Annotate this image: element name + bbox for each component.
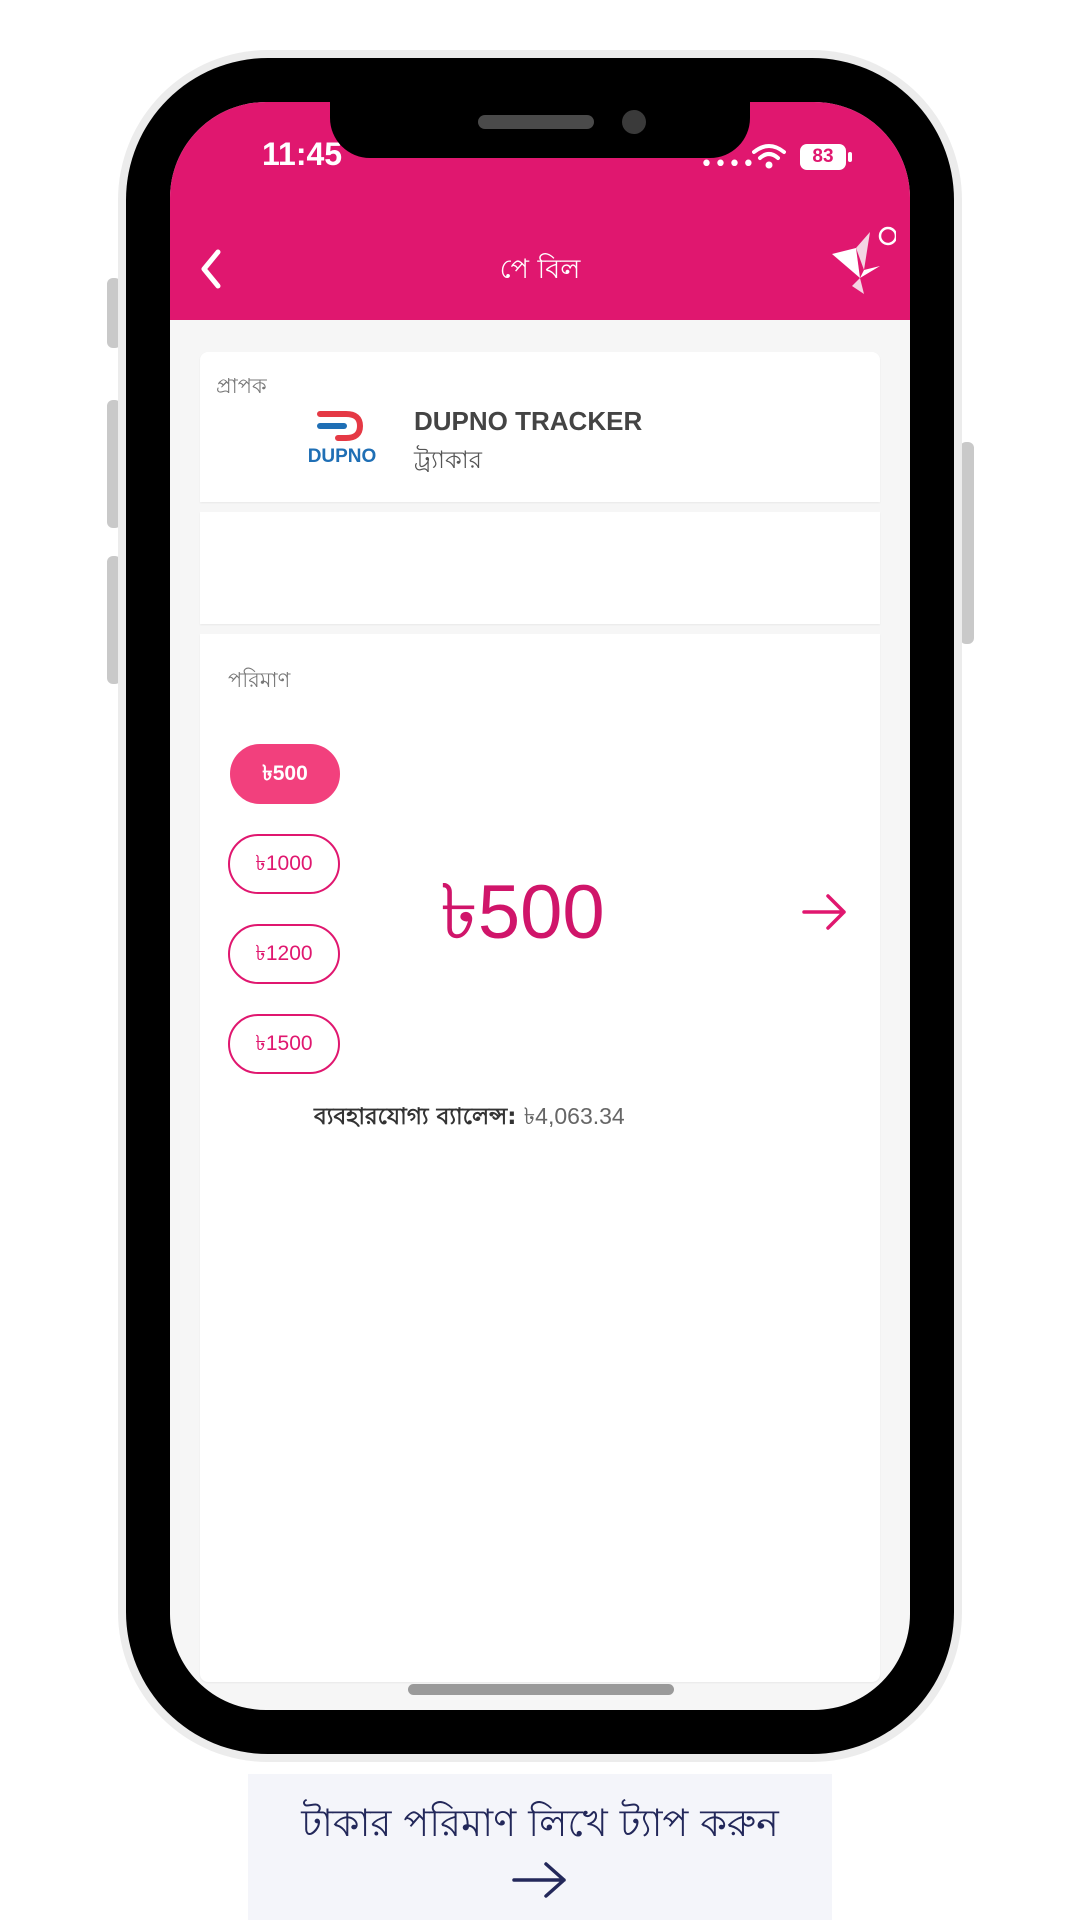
- phone-screen: 11:45 •••• 83 পে বিল প্রাপক DUPNO DUPNO …: [170, 102, 910, 1710]
- merchant-subtitle: ট্র্যাকার: [414, 446, 482, 474]
- balance-label: ব্যবহারযোগ্য ব্যালেন্স:: [314, 1104, 517, 1130]
- recipient-card: প্রাপক DUPNO DUPNO TRACKER ট্র্যাকার: [200, 352, 880, 502]
- cellular-signal-icon: ••••: [700, 152, 756, 177]
- available-balance: ব্যবহারযোগ্য ব্যালেন্স: ৳4,063.34: [314, 1098, 625, 1137]
- instruction-caption: টাকার পরিমাণ লিখে ট্যাপ করুন: [248, 1774, 832, 1920]
- speaker-grille: [478, 115, 594, 129]
- page-title: পে বিল: [499, 254, 581, 285]
- app-header: 11:45 •••• 83 পে বিল: [170, 102, 910, 320]
- dupno-logo: DUPNO: [308, 411, 377, 467]
- amount-card: পরিমাণ ৳500 ৳1000 ৳1200 ৳1500 ৳500 ব্যবহ…: [200, 634, 880, 1682]
- notch: [330, 102, 750, 158]
- amount-label: পরিমাণ: [228, 668, 291, 692]
- battery-tip: [848, 152, 852, 162]
- battery-indicator: 83: [800, 144, 846, 170]
- arrow-right-icon: [802, 894, 846, 930]
- amount-chip-1000[interactable]: ৳1000: [228, 834, 340, 894]
- amount-chip-1500[interactable]: ৳1500: [228, 1014, 340, 1074]
- caption-text: টাকার পরিমাণ লিখে ট্যাপ করুন: [301, 1801, 779, 1845]
- reference-card: [200, 512, 880, 624]
- svg-text:DUPNO: DUPNO: [308, 446, 377, 467]
- origami-bird-icon[interactable]: [830, 226, 896, 296]
- amount-input[interactable]: ৳500: [440, 854, 605, 981]
- front-camera: [622, 110, 646, 134]
- home-indicator[interactable]: [408, 1684, 674, 1695]
- power-button: [960, 442, 974, 644]
- amount-chip-1200[interactable]: ৳1200: [228, 924, 340, 984]
- arrow-right-icon: [512, 1862, 566, 1898]
- next-button[interactable]: [800, 890, 850, 934]
- recipient-label: প্রাপক: [216, 374, 267, 398]
- status-time: 11:45: [262, 136, 343, 172]
- wifi-icon: [752, 144, 786, 169]
- amount-chip-500[interactable]: ৳500: [230, 744, 340, 804]
- balance-value: ৳4,063.34: [523, 1103, 625, 1129]
- merchant-name: DUPNO TRACKER: [414, 406, 643, 436]
